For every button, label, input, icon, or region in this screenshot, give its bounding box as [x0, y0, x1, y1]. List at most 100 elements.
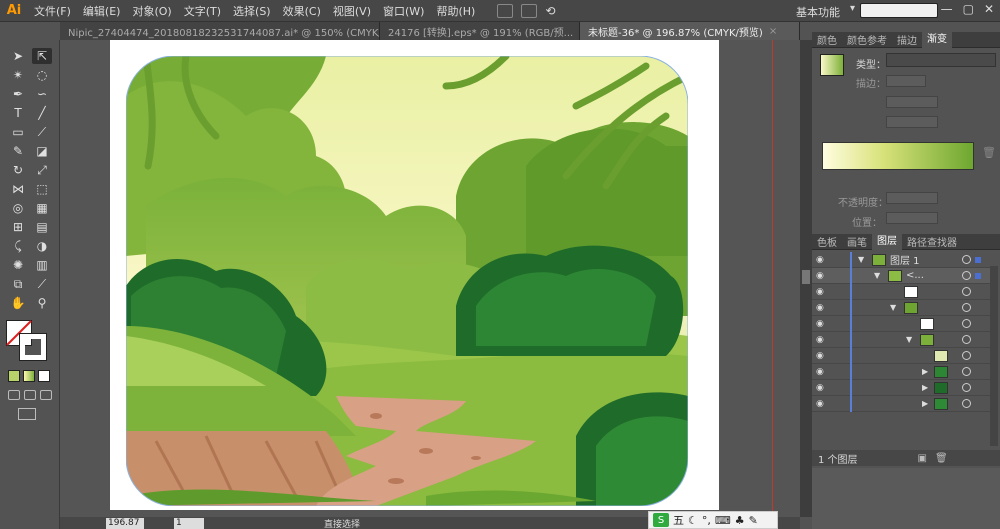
blend-tool-icon[interactable]: ◑	[32, 238, 52, 254]
eyedropper-tool-icon[interactable]: ⤹	[8, 238, 28, 254]
eye-icon[interactable]: ◉	[816, 319, 830, 329]
menu-file[interactable]: 文件(F)	[28, 3, 77, 19]
new-layer-icon[interactable]: ▣	[918, 453, 927, 464]
pencil-tool-icon[interactable]: ✎	[8, 143, 28, 159]
free-transform-tool-icon[interactable]: ⬚	[32, 181, 52, 197]
lasso-tool-icon[interactable]: ◌	[32, 67, 52, 83]
angle-field[interactable]	[886, 96, 938, 108]
tab-color[interactable]: 颜色	[812, 32, 842, 47]
tab-color-guide[interactable]: 颜色参考	[842, 32, 892, 47]
rectangle-tool-icon[interactable]: ▭	[8, 124, 28, 140]
artboard-tool-icon[interactable]: ⧉	[8, 276, 28, 292]
tab-layers[interactable]: 图层	[872, 233, 902, 250]
scale-tool-icon[interactable]: ⤢	[32, 162, 52, 178]
type-tool-icon[interactable]: T	[8, 105, 28, 121]
none-mode-button[interactable]	[38, 370, 50, 382]
disclosure-triangle-icon[interactable]: ▶	[922, 383, 928, 392]
eraser-tool-icon[interactable]: ◪	[32, 143, 52, 159]
target-icon[interactable]	[962, 367, 971, 376]
draw-inside-icon[interactable]	[40, 390, 52, 400]
ime-mode-label[interactable]: 五	[673, 512, 684, 528]
eye-icon[interactable]: ◉	[816, 351, 830, 361]
target-icon[interactable]	[962, 351, 971, 360]
tab-brushes[interactable]: 画笔	[842, 234, 872, 249]
target-icon[interactable]	[962, 319, 971, 328]
tab-swatches[interactable]: 色板	[812, 234, 842, 249]
opacity-field[interactable]	[886, 192, 938, 204]
layers-scrollbar[interactable]	[990, 266, 998, 446]
column-graph-tool-icon[interactable]: ▥	[32, 257, 52, 273]
layer-row[interactable]: ◉ ▼ <...	[812, 268, 990, 284]
target-icon[interactable]	[962, 399, 971, 408]
layer-row[interactable]: ◉ ▶	[812, 396, 990, 412]
close-button[interactable]: ✕	[984, 2, 994, 16]
zoom-field[interactable]: 196.87	[106, 517, 144, 529]
menu-edit[interactable]: 编辑(E)	[77, 3, 127, 19]
location-field[interactable]	[886, 212, 938, 224]
paintbrush-tool-icon[interactable]: ⟋	[32, 124, 52, 140]
symbol-sprayer-tool-icon[interactable]: ✺	[8, 257, 28, 273]
wrench-icon[interactable]: ✎	[749, 514, 758, 527]
forest-illustration[interactable]	[126, 56, 688, 506]
layer-row[interactable]: ◉ ▼	[812, 332, 990, 348]
disclosure-triangle-icon[interactable]: ▼	[906, 335, 912, 344]
menu-object[interactable]: 对象(O)	[126, 3, 177, 19]
slice-tool-icon[interactable]: ⟋	[32, 276, 52, 292]
eye-icon[interactable]: ◉	[816, 287, 830, 297]
help-search-input[interactable]	[860, 3, 938, 18]
moon-icon[interactable]: ☾	[688, 514, 698, 527]
menu-window[interactable]: 窗口(W)	[377, 3, 430, 19]
screen-mode-icon[interactable]	[18, 408, 36, 420]
layer-row[interactable]: ◉ ▶	[812, 364, 990, 380]
chevron-down-icon[interactable]: ▾	[850, 3, 855, 14]
target-icon[interactable]	[962, 287, 971, 296]
target-icon[interactable]	[962, 271, 971, 280]
stroke-swatch[interactable]	[19, 333, 47, 361]
target-icon[interactable]	[962, 383, 971, 392]
pen-tool-icon[interactable]: ✒	[8, 86, 28, 102]
target-icon[interactable]	[962, 335, 971, 344]
artboard-number-field[interactable]: 1	[174, 517, 204, 529]
menu-view[interactable]: 视图(V)	[327, 3, 377, 19]
layer-row[interactable]: ◉	[812, 348, 990, 364]
arrange-documents-icon[interactable]	[521, 3, 538, 18]
gradient-mode-button[interactable]	[23, 370, 35, 382]
menu-effect[interactable]: 效果(C)	[277, 3, 327, 19]
eye-icon[interactable]: ◉	[816, 367, 830, 377]
keyboard-icon[interactable]: ⌨	[715, 514, 731, 527]
width-tool-icon[interactable]: ⋈	[8, 181, 28, 197]
layer-row[interactable]: ◉ ▼ 图层 1	[812, 252, 990, 268]
disclosure-triangle-icon[interactable]: ▶	[922, 367, 928, 376]
perspective-grid-tool-icon[interactable]: ▦	[32, 200, 52, 216]
tab-gradient[interactable]: 渐变	[922, 31, 952, 48]
tab-document-active[interactable]: 未标题-36* @ 196.87% (CMYK/预览) ×	[580, 22, 800, 40]
magic-wand-tool-icon[interactable]: ✴	[8, 67, 28, 83]
target-icon[interactable]	[962, 303, 971, 312]
close-icon[interactable]: ×	[769, 26, 777, 37]
eye-icon[interactable]: ◉	[816, 335, 830, 345]
tab-document-1[interactable]: Nipic_27404474_20180818232531744087.ai* …	[60, 22, 380, 40]
punctuation-icon[interactable]: °,	[702, 514, 711, 527]
eye-icon[interactable]: ◉	[816, 255, 830, 265]
disclosure-triangle-icon[interactable]: ▼	[858, 255, 864, 264]
direct-selection-tool-icon[interactable]: ⇱	[32, 48, 52, 64]
menu-type[interactable]: 文字(T)	[178, 3, 227, 19]
selection-tool-icon[interactable]: ➤	[8, 48, 28, 64]
gradient-slider[interactable]	[822, 142, 974, 170]
workspace-switcher[interactable]: 基本功能	[796, 4, 840, 20]
trash-icon[interactable]: 🗑	[935, 453, 948, 464]
line-tool-icon[interactable]: ╱	[32, 105, 52, 121]
gpu-performance-icon[interactable]: ⟲	[545, 4, 555, 18]
layer-row[interactable]: ◉ ▼	[812, 300, 990, 316]
maximize-button[interactable]: ▢	[963, 2, 974, 16]
stroke-gradient-option[interactable]	[886, 75, 926, 87]
menu-select[interactable]: 选择(S)	[227, 3, 277, 19]
tab-pathfinder[interactable]: 路径查找器	[902, 234, 962, 249]
canvas-area[interactable]	[60, 40, 800, 517]
shape-builder-tool-icon[interactable]: ◎	[8, 200, 28, 216]
target-icon[interactable]	[962, 255, 971, 264]
disclosure-triangle-icon[interactable]: ▼	[874, 271, 880, 280]
scrollbar-thumb[interactable]	[802, 270, 810, 284]
eye-icon[interactable]: ◉	[816, 383, 830, 393]
eye-icon[interactable]: ◉	[816, 399, 830, 409]
